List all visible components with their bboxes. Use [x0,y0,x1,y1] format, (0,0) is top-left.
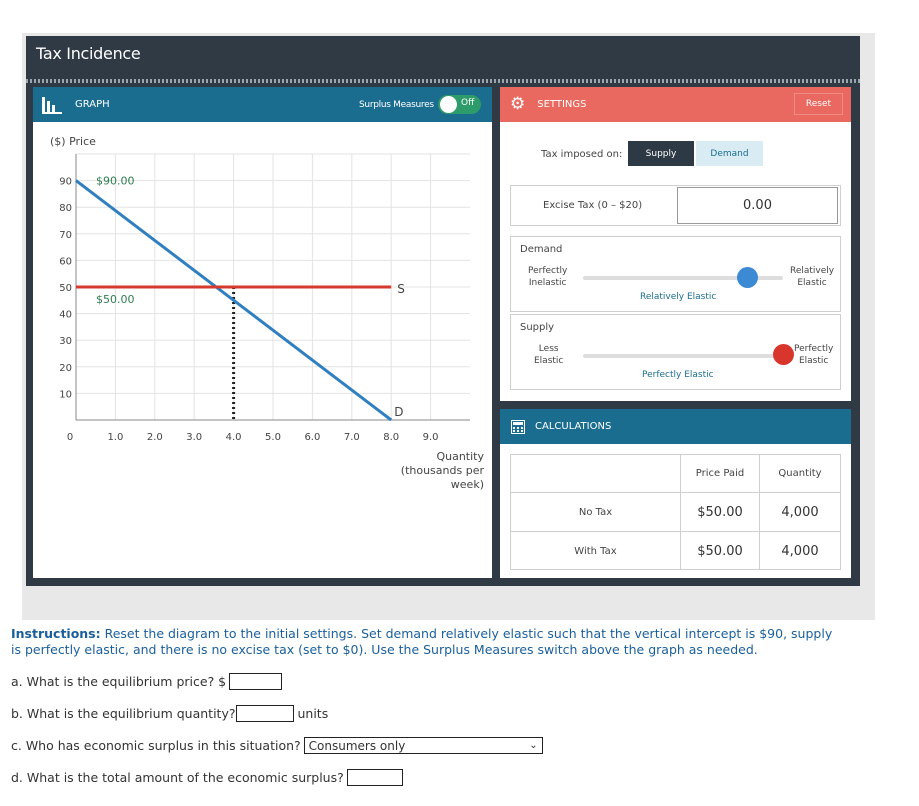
instructions-lead: Instructions: [11,626,101,641]
settings-header-label: SETTINGS [537,99,587,110]
with-tax-price: $50.00 [697,543,743,559]
demand-right-label: Relatively Elastic [790,266,835,288]
no-tax-quantity: 4,000 [781,504,819,520]
supply-demand-chart: 10 20 30 40 50 60 70 80 90 0 1.0 2.0 3.0 4.0 5.0 6.0 7.0… [59,153,470,443]
tax-on-supply-button[interactable]: Supply [628,141,694,166]
supply-left-label: Less Elastic [534,344,564,366]
app-title: Tax Incidence [26,36,860,79]
bar-chart-icon [42,96,62,114]
x-tick-label: 7.0 [344,432,360,443]
question-c: c. Who has economic surplus in this situ… [11,737,543,754]
excise-tax-value: 0.00 [743,198,772,213]
graph-header: GRAPH Surplus Measures [33,87,492,122]
excise-tax-label: Excise Tax (0 – $20) [543,200,643,211]
question-a-text: a. What is the equilibrium price? $ [11,674,227,689]
x-tick-label: 9.0 [423,432,439,443]
instructions: Instructions: Reset the diagram to the i… [11,626,841,658]
equilibrium-quantity-input[interactable] [236,705,295,722]
x-axis-title-line2: (thousands per week) [400,464,484,491]
instructions-text: Reset the diagram to the initial setting… [11,626,833,657]
gear-icon: ⚙ [510,94,526,114]
x-tick-label: 2.0 [147,432,163,443]
units-label: units [297,706,329,721]
x-tick-label: 0 [67,432,73,443]
demand-slider-handle[interactable] [736,267,758,288]
tax-imposed-label: Tax imposed on: [541,149,623,160]
surplus-owner-select[interactable]: Consumers only ⌄ [303,737,543,754]
supply-title: Supply [520,322,555,333]
equilibrium-price-label: $50.00 [96,293,135,306]
demand-left-label: Perfectly Inelastic [528,266,568,288]
tax-on-demand-button[interactable]: Demand [696,141,763,166]
y-tick-label: 40 [59,310,72,321]
x-tick-label: 8.0 [383,432,399,443]
demand-caption: Relatively Elastic [640,292,717,302]
graph-header-label: GRAPH [75,99,110,110]
supply-label: S [397,282,405,296]
x-tick-label: 4.0 [226,432,242,443]
toggle-knob [440,96,457,113]
calculator-icon [511,419,525,434]
surplus-measures-label: Surplus Measures [359,99,434,110]
no-tax-price: $50.00 [697,504,743,520]
col-header-quantity: Quantity [778,468,822,479]
x-tick-label: 5.0 [265,432,281,443]
demand-title: Demand [520,244,563,255]
supply-right-label: Perfectly Elastic [794,344,834,366]
x-axis-title-line1: Quantity [436,450,484,463]
question-c-text: c. Who has economic surplus in this situ… [11,738,301,753]
calculations-header: CALCULATIONS [500,409,851,444]
y-tick-label: 70 [59,230,72,241]
chevron-down-icon: ⌄ [529,740,538,751]
question-b: b. What is the equilibrium quantity? uni… [11,705,328,722]
col-header-price-paid: Price Paid [695,468,745,479]
surplus-measures-toggle[interactable]: Off [438,95,481,114]
intercept-label: $90.00 [96,175,135,188]
y-tick-label: 80 [59,203,72,214]
question-d: d. What is the total amount of the econo… [11,769,403,786]
y-tick-label: 90 [59,177,72,188]
x-tick-label: 6.0 [304,432,320,443]
calculations-header-label: CALCULATIONS [535,421,612,432]
x-tick-label: 1.0 [107,432,123,443]
y-axis-title: ($) Price [50,135,96,148]
supply-caption: Perfectly Elastic [642,370,714,380]
with-tax-quantity: 4,000 [781,543,819,559]
supply-slider-track[interactable] [583,354,783,358]
y-tick-label: 60 [59,256,72,267]
question-d-text: d. What is the total amount of the econo… [11,770,344,785]
y-tick-label: 10 [59,389,72,400]
y-tick-label: 30 [59,336,72,347]
question-a: a. What is the equilibrium price? $ [11,673,283,690]
surplus-owner-value: Consumers only [308,738,406,753]
equilibrium-price-input[interactable] [229,673,283,690]
y-tick-label: 50 [59,283,72,294]
row-label-no-tax: No Tax [578,506,613,518]
x-tick-label: 3.0 [186,432,202,443]
reset-button[interactable]: Reset [794,93,843,115]
row-label-with-tax: With Tax [574,545,617,557]
question-b-text: b. What is the equilibrium quantity? [11,706,236,721]
total-surplus-input[interactable] [346,769,403,786]
x-axis-title: Quantity (thousands per week) [366,450,484,492]
supply-slider-handle[interactable] [772,344,794,365]
excise-tax-input[interactable]: 0.00 [677,187,838,224]
demand-label: D [394,405,403,419]
y-tick-label: 20 [59,363,72,374]
toggle-state: Off [461,98,475,108]
